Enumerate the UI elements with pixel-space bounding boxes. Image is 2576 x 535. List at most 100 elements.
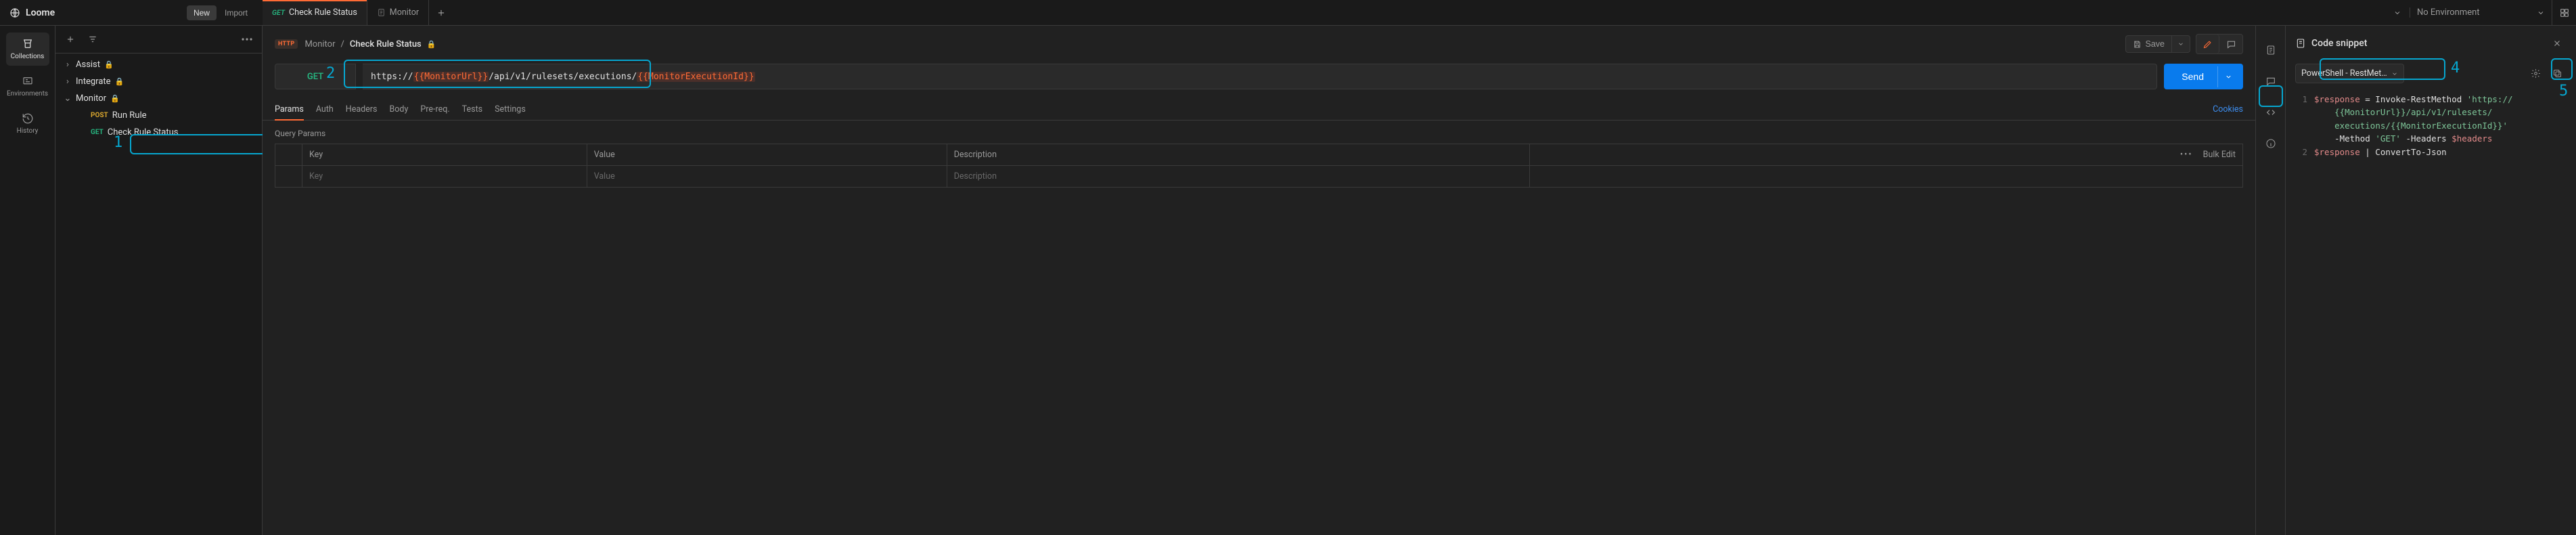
method-label: GET xyxy=(307,72,323,82)
col-key: Key xyxy=(302,144,587,166)
language-select[interactable]: PowerShell - RestMet… xyxy=(2295,64,2404,83)
tab-tests[interactable]: Tests xyxy=(462,99,482,120)
value-input[interactable]: Value xyxy=(587,166,947,188)
description-input[interactable]: Description xyxy=(947,166,1530,188)
close-icon[interactable] xyxy=(2548,34,2567,53)
query-params-table: Key Value Description ••• Bulk Edit xyxy=(275,144,2243,188)
query-params-title: Query Params xyxy=(275,129,2243,138)
send-dropdown[interactable] xyxy=(2217,66,2239,87)
chevron-right-icon: › xyxy=(64,77,72,87)
left-rail: Collections Environments History xyxy=(0,26,55,535)
language-label: PowerShell - RestMet… xyxy=(2301,68,2387,79)
settings-icon[interactable] xyxy=(2526,64,2545,83)
tab-auth[interactable]: Auth xyxy=(316,99,334,120)
rail-collections[interactable]: Collections xyxy=(6,33,49,66)
folder-label: Monitor xyxy=(76,93,106,104)
new-button[interactable]: New xyxy=(187,5,217,20)
rail-label: Collections xyxy=(11,53,45,60)
tab-prereq[interactable]: Pre-req. xyxy=(420,99,449,120)
context-rail: 3 xyxy=(2255,26,2285,535)
code-snippet-icon[interactable] xyxy=(2261,103,2280,122)
environment-label: No Environment xyxy=(2417,7,2480,18)
http-badge: HTTP xyxy=(275,39,298,49)
tab-label: Check Rule Status xyxy=(289,7,357,18)
collection-tree: › Assist 🔒 › Integrate 🔒 ⌄ Monitor 🔒 POS… xyxy=(55,53,262,144)
lock-icon: 🔒 xyxy=(427,40,436,49)
col-description: Description xyxy=(947,144,1530,166)
brand-name: Loome xyxy=(26,7,55,18)
sidebar-options-button[interactable] xyxy=(238,30,256,49)
rail-environments[interactable]: Environments xyxy=(6,70,49,103)
folder-monitor[interactable]: ⌄ Monitor 🔒 xyxy=(55,90,262,107)
folder-label: Integrate xyxy=(76,77,111,87)
chevron-right-icon: › xyxy=(64,60,72,70)
lock-icon: 🔒 xyxy=(110,94,120,103)
tab-body[interactable]: Body xyxy=(390,99,409,120)
cookies-link[interactable]: Cookies xyxy=(2213,99,2243,120)
copy-icon[interactable] xyxy=(2548,64,2567,83)
chevron-down-icon: ⌄ xyxy=(64,93,72,104)
document-icon xyxy=(2295,38,2306,49)
comments-icon[interactable] xyxy=(2261,72,2280,91)
request-tabs: Params Auth Headers Body Pre-req. Tests … xyxy=(263,96,2255,121)
request-run-rule[interactable]: POST Run Rule xyxy=(55,107,262,124)
breadcrumb-sep: / xyxy=(341,39,344,49)
lock-icon: 🔒 xyxy=(104,60,114,69)
breadcrumb: Monitor / Check Rule Status 🔒 xyxy=(304,39,436,49)
comment-icon[interactable] xyxy=(2219,35,2242,53)
new-tab-button[interactable] xyxy=(429,0,453,25)
rail-label: Environments xyxy=(7,90,48,98)
chevron-down-icon xyxy=(2537,9,2545,17)
method-badge: GET xyxy=(91,129,104,136)
brand-area: Loome New Import xyxy=(0,5,263,20)
breadcrumb-item: Check Rule Status xyxy=(350,39,422,49)
folder-integrate[interactable]: › Integrate 🔒 xyxy=(55,73,262,90)
panel-title: Code snippet xyxy=(2311,38,2367,49)
globe-icon xyxy=(9,7,20,18)
chevron-down-icon xyxy=(2391,70,2398,77)
tab-label: Monitor xyxy=(390,7,419,18)
environment-selector[interactable]: No Environment xyxy=(2410,7,2552,18)
folder-label: Assist xyxy=(76,60,100,70)
breadcrumb-item[interactable]: Monitor xyxy=(304,39,335,49)
send-label: Send xyxy=(2168,64,2217,89)
rail-label: History xyxy=(17,127,39,135)
method-badge: GET xyxy=(272,8,285,17)
code-snippet-panel: Code snippet PowerShell - RestMet… xyxy=(2285,26,2576,535)
environment-quicklook-button[interactable] xyxy=(2552,0,2576,25)
save-dropdown[interactable] xyxy=(2172,35,2190,53)
document-icon xyxy=(377,8,386,17)
table-row[interactable]: Key Value Description xyxy=(275,166,2243,188)
key-input[interactable]: Key xyxy=(302,166,587,188)
lock-icon: 🔒 xyxy=(115,77,125,86)
request-pane: HTTP Monitor / Check Rule Status 🔒 Save xyxy=(263,26,2255,535)
save-button[interactable]: Save xyxy=(2125,35,2173,53)
edit-icon[interactable] xyxy=(2196,35,2219,53)
tab-params[interactable]: Params xyxy=(275,99,304,120)
tab-check-rule-status[interactable]: GET Check Rule Status xyxy=(263,0,367,25)
filter-button[interactable] xyxy=(84,30,233,49)
tabs-overflow-chevron[interactable] xyxy=(2385,0,2410,25)
request-check-rule-status[interactable]: GET Check Rule Status xyxy=(55,124,262,141)
add-collection-button[interactable] xyxy=(61,30,80,49)
request-label: Check Rule Status xyxy=(108,127,179,137)
code-block[interactable]: 1$response = Invoke-RestMethod 'https://… xyxy=(2286,90,2576,168)
method-select[interactable]: GET xyxy=(275,64,356,89)
rail-history[interactable]: History xyxy=(6,107,49,140)
send-button[interactable]: Send xyxy=(2164,64,2243,89)
col-value: Value xyxy=(587,144,947,166)
tab-settings[interactable]: Settings xyxy=(495,99,526,120)
request-label: Run Rule xyxy=(112,110,147,121)
more-icon[interactable]: ••• xyxy=(2180,150,2193,160)
folder-assist[interactable]: › Assist 🔒 xyxy=(55,56,262,73)
tab-headers[interactable]: Headers xyxy=(346,99,378,120)
save-label: Save xyxy=(2146,39,2165,49)
info-icon[interactable] xyxy=(2261,134,2280,153)
sidebar: › Assist 🔒 › Integrate 🔒 ⌄ Monitor 🔒 POS… xyxy=(55,26,263,535)
method-badge: POST xyxy=(91,112,108,119)
tab-monitor[interactable]: Monitor xyxy=(367,0,429,25)
url-input[interactable]: https://{{MonitorUrl}}/api/v1/rulesets/e… xyxy=(363,64,2157,89)
bulk-edit-link[interactable]: Bulk Edit xyxy=(2203,150,2236,160)
import-button[interactable]: Import xyxy=(219,5,253,20)
documentation-icon[interactable] xyxy=(2261,41,2280,60)
